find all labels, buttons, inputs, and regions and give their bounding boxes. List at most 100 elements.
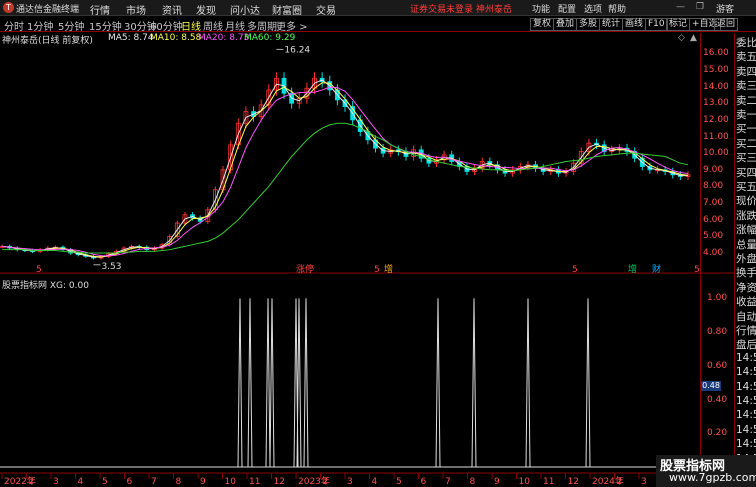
menu-options[interactable]: 选项	[584, 2, 602, 15]
expand-icon[interactable]: ▲	[690, 33, 697, 43]
price-chart[interactable]: 16.24 3.53	[0, 45, 734, 274]
tab-5min[interactable]: 5分钟	[58, 18, 84, 33]
back-button[interactable]: 返回	[714, 18, 739, 31]
event-marker: 增	[384, 263, 393, 275]
price-tick-label: 11.00	[703, 131, 729, 142]
event-marker: 涨停	[296, 263, 314, 275]
quote-field-label: 卖四	[736, 65, 756, 78]
restore-icon[interactable]: ❐	[696, 2, 704, 12]
settings-gear-icon[interactable]: ◇	[678, 33, 685, 43]
menu-config[interactable]: 配置	[558, 2, 576, 15]
indicator-tick-label: 0.20	[707, 428, 728, 439]
quote-field-label: 净资	[736, 281, 756, 294]
event-marker: 5	[694, 265, 700, 275]
tab-weekly[interactable]: 周线	[203, 18, 223, 33]
date-label: 2	[617, 477, 623, 487]
minimize-icon[interactable]: —	[676, 2, 685, 12]
price-tick-label: 9.00	[703, 164, 724, 175]
login-status: 证券交易未登录 神州泰岳	[410, 5, 512, 15]
signal-spike	[296, 298, 302, 468]
menu-discover[interactable]: 发现	[196, 2, 216, 17]
indicator-tick-label: 0.80	[707, 327, 728, 338]
event-marker: 5	[36, 265, 42, 275]
date-label: 4	[372, 477, 378, 487]
tab-multi[interactable]: 多周期	[247, 18, 277, 33]
quote-field-label: 盘后	[736, 339, 756, 352]
menu-quotes[interactable]: 行情	[90, 2, 110, 17]
quote-field-label: 买一	[736, 123, 756, 136]
chart-header: 神州泰岳(日线 前复权) MA5: 8.74 MA10: 8.58 MA20: …	[0, 33, 700, 46]
ma60-line	[2, 122, 689, 254]
ma10-value: MA10: 8.58	[150, 33, 202, 43]
event-marker: 财	[652, 263, 661, 275]
guest-label: 游客	[716, 5, 735, 15]
price-tick-label: 4.00	[703, 248, 724, 258]
price-tick-label: 6.00	[703, 214, 724, 225]
date-label: 3	[53, 477, 59, 487]
menu-news[interactable]: 资讯	[162, 2, 182, 17]
menu-function[interactable]: 功能	[532, 2, 550, 15]
indicator-tick-label: 0.40	[707, 394, 728, 405]
indicator-chart[interactable]	[0, 298, 700, 468]
date-label: 8	[176, 477, 182, 487]
signal-spike	[435, 298, 441, 468]
signal-spike	[525, 298, 531, 468]
menu-wealth[interactable]: 财富圈	[272, 2, 302, 17]
signal-spike	[237, 298, 243, 468]
adjust-button[interactable]: 复权	[530, 18, 555, 31]
chart-area[interactable]: 16.243.53 5 涨停 5 增 5 增财 5 2022年2 3 4 5 6 7 8 9 10 11 12 2…	[0, 45, 734, 487]
date-label: 8	[470, 477, 476, 487]
price-tick-label: 16.00	[703, 48, 729, 59]
date-label: 2	[323, 477, 329, 487]
signal-spike	[471, 298, 477, 468]
quote-field-label: 委比	[736, 37, 756, 49]
indicator-tick-label: 0.60	[707, 360, 728, 371]
price-tick-label: 5.00	[703, 231, 724, 242]
f10-button[interactable]: F10	[645, 18, 668, 31]
tab-1min[interactable]: 1分钟	[27, 18, 53, 33]
overlay-button[interactable]: 叠加	[553, 18, 578, 31]
quote-field-label: 总量	[736, 238, 756, 251]
multi-stock-button[interactable]: 多股	[576, 18, 601, 31]
price-tick-label: 13.00	[703, 98, 729, 109]
tab-15min[interactable]: 15分钟	[89, 18, 122, 33]
tab-intraday[interactable]: 分时	[4, 18, 24, 33]
tab-daily[interactable]: 日线	[181, 18, 201, 33]
date-label: 9	[200, 477, 206, 487]
date-label: 9	[494, 477, 500, 487]
menu-help[interactable]: 帮助	[608, 2, 626, 15]
quote-field-label: 14:50	[736, 423, 756, 436]
tab-more[interactable]: 更多 >	[276, 18, 308, 33]
date-label: 5	[396, 477, 402, 487]
ma60-value: MA60: 9.29	[244, 33, 296, 43]
tab-monthly[interactable]: 月线	[225, 18, 245, 33]
quote-field-label: 14:50	[736, 380, 756, 393]
quote-field-label: 买五	[736, 181, 756, 193]
draw-button[interactable]: 画线	[622, 18, 647, 31]
signal-spike	[585, 298, 591, 468]
title-bar: T 通达信金融终端 行情 市场 资讯 发现 问小达 财富圈 交易 证券交易未登录…	[0, 0, 756, 17]
menu-market[interactable]: 市场	[126, 2, 146, 17]
quote-field-label: 卖五	[736, 51, 756, 64]
quote-field-label: 换手	[736, 267, 756, 280]
menu-trade[interactable]: 交易	[316, 2, 336, 17]
price-tick-label: 15.00	[703, 64, 729, 75]
date-label: 3	[347, 477, 353, 487]
stats-button[interactable]: 统计	[599, 18, 624, 31]
quote-field-label: 收益	[736, 296, 756, 309]
price-tick-label: 8.00	[703, 181, 724, 192]
date-label: 7	[445, 477, 451, 487]
quote-field-label: 涨幅	[736, 224, 756, 237]
mark-button[interactable]: 标记	[666, 18, 691, 31]
indicator-title: 股票指标网 XG: 0.00	[2, 281, 89, 291]
quote-field-label: 买二	[736, 137, 756, 150]
tab-60min[interactable]: 60分钟	[150, 18, 183, 33]
quote-field-label: 买四	[736, 166, 756, 179]
quote-field-label: 14:50	[736, 395, 756, 407]
menu-ask[interactable]: 问小达	[230, 2, 260, 17]
quote-field-label: 卖一	[736, 109, 756, 121]
quote-field-label: 行情	[736, 325, 756, 337]
quote-field-label: 自动	[736, 310, 756, 323]
quote-field-label: 卖三	[736, 80, 756, 93]
quote-field-label: 外盘	[736, 253, 756, 265]
